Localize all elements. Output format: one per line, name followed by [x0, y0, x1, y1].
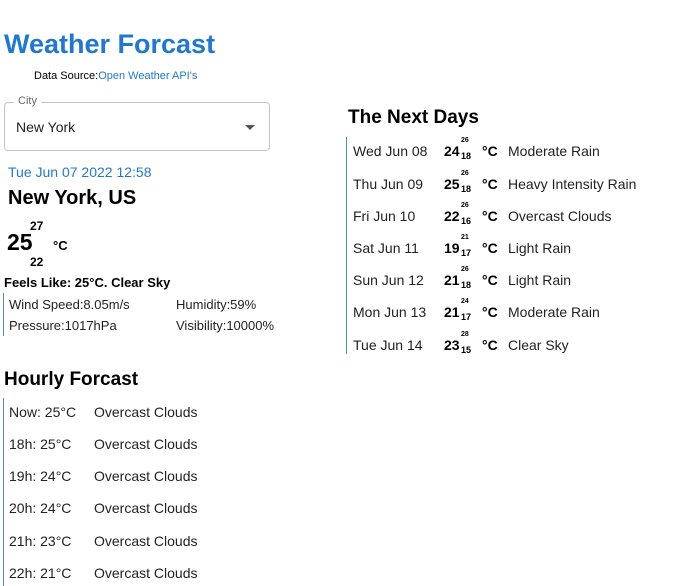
- day-temp-unit: °C: [482, 208, 498, 224]
- day-condition: Light Rain: [508, 240, 572, 256]
- next-days-title: The Next Days: [348, 107, 479, 128]
- hourly-title: Hourly Forcast: [4, 369, 139, 390]
- day-condition: Moderate Rain: [508, 304, 600, 320]
- day-date: Mon Jun 13: [353, 304, 427, 320]
- humidity: Humidity:59%: [176, 297, 257, 312]
- current-temp-high: 27: [30, 219, 44, 233]
- current-temp: 25: [7, 229, 33, 255]
- feels-like: Feels Like: 25°C. Clear Sky: [4, 275, 171, 290]
- day-row: Thu Jun 09 25 26 18 °C Heavy Intensity R…: [353, 170, 663, 196]
- day-temp-high: 28: [461, 331, 469, 338]
- next-days-list: Wed Jun 08 24 26 18 °C Moderate Rain Thu…: [346, 137, 667, 357]
- day-temp: 19: [444, 240, 460, 256]
- day-condition: Heavy Intensity Rain: [508, 176, 637, 192]
- day-temp: 22: [444, 208, 460, 224]
- day-condition: Light Rain: [508, 272, 572, 288]
- day-condition: Clear Sky: [508, 337, 569, 353]
- day-condition: Moderate Rain: [508, 143, 600, 159]
- day-row: Mon Jun 13 21 24 17 °C Moderate Rain: [353, 298, 663, 324]
- day-temp-unit: °C: [482, 240, 498, 256]
- hourly-list: Now: 25°C Overcast Clouds 18h: 25°C Over…: [3, 398, 244, 586]
- current-location: New York, US: [8, 187, 137, 209]
- hour-condition: Overcast Clouds: [94, 533, 198, 549]
- day-date: Tue Jun 14: [353, 337, 423, 353]
- day-temp: 24: [444, 143, 460, 159]
- visibility: Visibility:10000%: [176, 318, 275, 333]
- hour-condition: Overcast Clouds: [94, 404, 198, 420]
- hour-condition: Overcast Clouds: [94, 436, 198, 452]
- day-date: Wed Jun 08: [353, 143, 428, 159]
- day-temp-low: 17: [461, 248, 472, 258]
- day-temp-low: 15: [461, 345, 472, 355]
- day-temp-high: 21: [461, 234, 469, 241]
- current-temp-low: 22: [30, 255, 44, 269]
- day-temp-low: 18: [461, 184, 472, 194]
- day-condition: Overcast Clouds: [508, 208, 612, 224]
- day-temp-low: 17: [461, 312, 472, 322]
- day-row: Fri Jun 10 22 26 16 °C Overcast Clouds: [353, 202, 663, 228]
- hour-time-temp: 21h: 23°C: [9, 533, 72, 549]
- pressure: Pressure:1017hPa: [9, 318, 117, 333]
- day-temp-high: 24: [461, 298, 469, 305]
- hour-row: 20h: 24°C Overcast Clouds: [9, 494, 239, 516]
- day-temp: 21: [444, 304, 460, 320]
- hour-condition: Overcast Clouds: [94, 565, 198, 581]
- day-row: Sun Jun 12 21 26 18 °C Light Rain: [353, 266, 663, 292]
- day-temp-low: 16: [461, 216, 472, 226]
- day-temp-unit: °C: [482, 272, 498, 288]
- current-datetime: Tue Jun 07 2022 12:58: [8, 164, 152, 180]
- day-row: Wed Jun 08 24 26 18 °C Moderate Rain: [353, 137, 663, 163]
- app-title: Weather Forcast: [4, 29, 216, 59]
- chevron-down-icon[interactable]: [245, 125, 255, 130]
- day-temp-unit: °C: [482, 143, 498, 159]
- day-temp-low: 18: [461, 280, 472, 290]
- hour-time-temp: 18h: 25°C: [9, 436, 72, 452]
- hour-time-temp: 22h: 21°C: [9, 565, 72, 581]
- hour-row: 21h: 23°C Overcast Clouds: [9, 527, 239, 549]
- hour-time-temp: Now: 25°C: [9, 404, 77, 420]
- wind-speed: Wind Speed:8.05m/s: [9, 297, 130, 312]
- day-temp-unit: °C: [482, 337, 498, 353]
- day-temp-high: 26: [461, 266, 469, 273]
- hour-time-temp: 19h: 24°C: [9, 468, 72, 484]
- day-row: Sat Jun 11 19 21 17 °C Light Rain: [353, 234, 663, 260]
- city-select-label: City: [14, 95, 41, 107]
- day-temp: 21: [444, 272, 460, 288]
- current-temp-unit: °C: [53, 238, 68, 253]
- hour-row: 18h: 25°C Overcast Clouds: [9, 430, 239, 452]
- day-date: Sat Jun 11: [353, 240, 419, 256]
- city-select-value: New York: [16, 119, 76, 135]
- data-source-link[interactable]: Open Weather API's: [98, 70, 197, 82]
- hour-row: 22h: 21°C Overcast Clouds: [9, 559, 239, 581]
- day-row: Tue Jun 14 23 28 15 °C Clear Sky: [353, 331, 663, 357]
- day-temp-low: 18: [461, 151, 472, 161]
- hour-condition: Overcast Clouds: [94, 500, 198, 516]
- weather-app: Weather Forcast Data Source:Open Weather…: [0, 0, 685, 586]
- day-temp-unit: °C: [482, 304, 498, 320]
- hour-row: Now: 25°C Overcast Clouds: [9, 398, 239, 420]
- data-source: Data Source:Open Weather API's: [34, 70, 197, 82]
- current-stats: Wind Speed:8.05m/s Humidity:59% Pressure…: [3, 293, 294, 336]
- day-temp-high: 26: [461, 170, 469, 177]
- hour-condition: Overcast Clouds: [94, 468, 198, 484]
- day-date: Sun Jun 12: [353, 272, 424, 288]
- day-temp-high: 26: [461, 137, 469, 144]
- day-date: Fri Jun 10: [353, 208, 416, 224]
- hour-time-temp: 20h: 24°C: [9, 500, 72, 516]
- day-temp: 25: [444, 176, 460, 192]
- day-temp: 23: [444, 337, 460, 353]
- data-source-prefix: Data Source:: [34, 70, 99, 82]
- hour-row: 19h: 24°C Overcast Clouds: [9, 462, 239, 484]
- city-select[interactable]: City New York: [4, 95, 270, 151]
- day-temp-high: 26: [461, 202, 469, 209]
- day-date: Thu Jun 09: [353, 176, 424, 192]
- day-temp-unit: °C: [482, 176, 498, 192]
